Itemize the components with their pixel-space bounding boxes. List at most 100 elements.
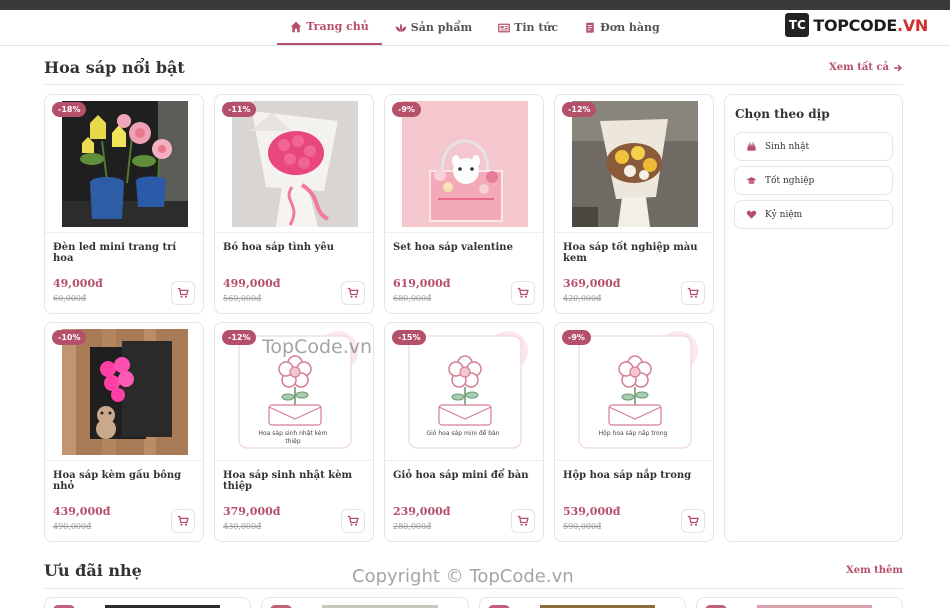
deals-header: Ưu đãi nhẹ Xem thêm xyxy=(44,561,903,580)
nav-item-orders[interactable]: Đơn hàng xyxy=(571,10,673,45)
product-price: 239,000đ xyxy=(393,505,451,518)
placeholder-caption: Hoa sáp sinh nhật kèm thiệp xyxy=(258,430,328,445)
product-old-price: 680,000đ xyxy=(393,294,432,303)
product-image[interactable] xyxy=(62,101,188,227)
nav-item-home[interactable]: Trang chủ xyxy=(277,10,382,45)
product-price: 369,000đ xyxy=(563,277,621,290)
discount-badge: -9% xyxy=(392,102,421,117)
product-old-price: 490,000đ xyxy=(53,522,92,531)
card-divider xyxy=(215,460,373,461)
cart-icon xyxy=(347,515,359,526)
heart-icon xyxy=(746,210,757,219)
cart-icon xyxy=(347,287,359,298)
product-name[interactable]: Đèn led mini trang trí hoa xyxy=(53,242,197,264)
sidebar-title: Chọn theo dịp xyxy=(735,107,830,121)
product-card[interactable]: -10% Hoa sáp kèm gấu bông nhỏ 439,000đ 4… xyxy=(44,322,204,542)
nav-label: Tin tức xyxy=(514,21,559,34)
cake-icon xyxy=(747,142,756,151)
product-image[interactable] xyxy=(62,329,188,455)
product-name[interactable]: Hoa sáp tốt nghiệp màu kem xyxy=(563,242,707,264)
product-name[interactable]: Set hoa sáp valentine xyxy=(393,242,537,253)
add-to-cart-button[interactable] xyxy=(681,509,705,533)
home-icon xyxy=(291,21,302,32)
cart-icon xyxy=(687,515,699,526)
divider xyxy=(44,588,903,589)
add-to-cart-button[interactable] xyxy=(511,509,535,533)
card-divider xyxy=(215,232,373,233)
product-price: 379,000đ xyxy=(223,505,281,518)
product-price: 499,000đ xyxy=(223,277,281,290)
product-name[interactable]: Hoa sáp sinh nhật kèm thiệp xyxy=(223,470,367,492)
cart-icon xyxy=(687,287,699,298)
product-image[interactable] xyxy=(572,101,698,227)
product-card[interactable]: -11% Bó hoa sáp tình yêu 499,000đ 560,00… xyxy=(214,94,374,314)
cart-icon xyxy=(177,515,189,526)
discount-badge: -12% xyxy=(222,330,257,345)
lotus-icon xyxy=(395,23,407,32)
occasion-birthday[interactable]: Sinh nhật xyxy=(734,132,893,161)
top-bar xyxy=(0,0,950,10)
view-all-link[interactable]: Xem tất cả xyxy=(829,62,903,73)
nav-item-products[interactable]: Sản phẩm xyxy=(382,10,485,45)
placeholder-caption: Hộp hoa sáp nắp trong xyxy=(598,430,668,437)
card-divider xyxy=(385,460,543,461)
newspaper-icon xyxy=(498,23,511,32)
product-image[interactable] xyxy=(232,101,358,227)
discount-badge: -11% xyxy=(222,102,257,117)
product-old-price: 420,000đ xyxy=(563,294,602,303)
main-nav: Trang chủ Sản phẩm Tin tức Đơn hàng TC T… xyxy=(0,10,950,46)
product-old-price: 280,000đ xyxy=(393,522,432,531)
product-card[interactable]: -12% Hoa sáp tốt nghiệp màu kem 369,000đ… xyxy=(554,94,714,314)
nav-label: Trang chủ xyxy=(306,20,369,33)
cart-icon xyxy=(517,287,529,298)
graduation-cap-icon xyxy=(746,177,757,184)
product-name[interactable]: Hoa sáp kèm gấu bông nhỏ xyxy=(53,470,197,492)
section-title: Hoa sáp nổi bật xyxy=(44,58,185,77)
cart-icon xyxy=(517,515,529,526)
deal-card[interactable] xyxy=(261,597,469,608)
topcode-logo[interactable]: TC TOPCODE.VN xyxy=(785,13,928,37)
add-to-cart-button[interactable] xyxy=(341,509,365,533)
logo-text: TOPCODE.VN xyxy=(813,15,928,35)
deal-card[interactable] xyxy=(44,597,252,608)
add-to-cart-button[interactable] xyxy=(511,281,535,305)
product-image[interactable] xyxy=(402,101,528,227)
nav-item-news[interactable]: Tin tức xyxy=(485,10,571,45)
product-grid: -18% Đèn led mini trang trí hoa 49,000đ … xyxy=(44,94,715,542)
product-price: 439,000đ xyxy=(53,505,111,518)
product-card[interactable]: -9% Set hoa sáp valentine 619,000đ 680,0… xyxy=(384,94,544,314)
product-name[interactable]: Hộp hoa sáp nắp trong xyxy=(563,470,707,481)
add-to-cart-button[interactable] xyxy=(341,281,365,305)
occasion-graduation[interactable]: Tốt nghiệp xyxy=(734,166,893,195)
view-more-link[interactable]: Xem thêm xyxy=(846,565,903,576)
occasion-anniversary[interactable]: Kỷ niệm xyxy=(734,200,893,229)
cart-icon xyxy=(177,287,189,298)
divider xyxy=(44,84,903,85)
section-title: Ưu đãi nhẹ xyxy=(44,561,142,580)
deal-card[interactable] xyxy=(478,597,686,608)
card-divider xyxy=(555,460,713,461)
occasion-sidebar: Chọn theo dịp Sinh nhật Tốt nghiệp Kỷ ni… xyxy=(724,94,903,542)
logo-mark: TC xyxy=(785,13,810,37)
discount-badge: -12% xyxy=(562,102,597,117)
product-old-price: 60,000đ xyxy=(53,294,87,303)
product-price: 539,000đ xyxy=(563,505,621,518)
discount-badge: -18% xyxy=(52,102,87,117)
product-price: 619,000đ xyxy=(393,277,451,290)
card-divider xyxy=(385,232,543,233)
add-to-cart-button[interactable] xyxy=(171,281,195,305)
receipt-icon xyxy=(586,22,594,33)
product-name[interactable]: Giỏ hoa sáp mini để bàn xyxy=(393,470,537,481)
product-name[interactable]: Bó hoa sáp tình yêu xyxy=(223,242,367,253)
placeholder-caption: Giỏ hoa sáp mini để bàn xyxy=(426,430,500,437)
product-old-price: 590,000đ xyxy=(563,522,602,531)
product-price: 49,000đ xyxy=(53,277,103,290)
add-to-cart-button[interactable] xyxy=(681,281,705,305)
nav-label: Sản phẩm xyxy=(410,21,473,34)
deals-row xyxy=(44,597,903,608)
deal-card[interactable] xyxy=(695,597,903,608)
nav-label: Đơn hàng xyxy=(600,21,660,34)
arrow-right-icon xyxy=(894,63,903,72)
add-to-cart-button[interactable] xyxy=(171,509,195,533)
product-card[interactable]: -18% Đèn led mini trang trí hoa 49,000đ … xyxy=(44,94,204,314)
